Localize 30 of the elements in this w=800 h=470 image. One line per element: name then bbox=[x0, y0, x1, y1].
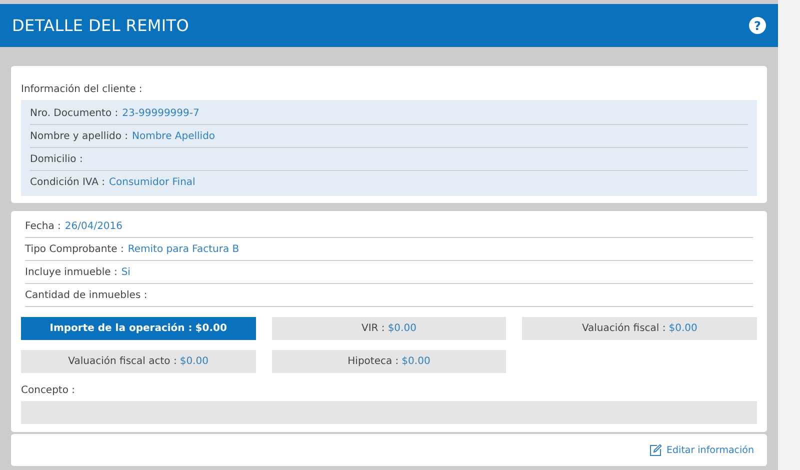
field-label: Cantidad de inmuebles : bbox=[25, 290, 148, 300]
amount-value: $0.00 bbox=[180, 356, 208, 367]
field-label: Fecha : bbox=[25, 220, 61, 232]
amount-value: $0.00 bbox=[195, 323, 227, 334]
edit-link[interactable]: Editar información bbox=[648, 444, 754, 456]
amount-label: Importe de la operación : bbox=[50, 323, 192, 334]
amount-label: Hipoteca : bbox=[348, 356, 399, 367]
amount-value: $0.00 bbox=[668, 323, 698, 334]
field-value: Nombre Apellido bbox=[132, 130, 216, 142]
page-title: DETALLE DEL REMITO bbox=[12, 16, 190, 35]
field-label: Nro. Documento : bbox=[30, 108, 118, 118]
edit-icon bbox=[648, 444, 662, 456]
field-value: Consumidor Final bbox=[109, 176, 196, 188]
field-value: 23-99999999-7 bbox=[122, 108, 200, 118]
amount-value: $0.00 bbox=[402, 356, 430, 367]
field-value: 26/04/2016 bbox=[64, 220, 123, 232]
field-value: Remito para Factura B bbox=[128, 244, 240, 254]
field-label: Domicilio : bbox=[30, 154, 83, 164]
field-label: Nombre y apellido : bbox=[30, 130, 128, 142]
concept-label: Concepto : bbox=[21, 384, 76, 398]
help-icon[interactable]: ? bbox=[749, 17, 766, 34]
field-value: Si bbox=[121, 266, 130, 278]
section-title: Información del cliente : bbox=[21, 83, 144, 97]
amount-label: Valuación fiscal : bbox=[582, 323, 666, 334]
field-label: Tipo Comprobante : bbox=[25, 244, 124, 254]
field-label: Incluye inmueble : bbox=[25, 266, 118, 278]
amount-label: VIR : bbox=[362, 323, 385, 334]
amount-label: Valuación fiscal acto : bbox=[68, 356, 177, 367]
field-label: Condición IVA : bbox=[30, 176, 106, 188]
amount-value: $0.00 bbox=[388, 323, 416, 334]
